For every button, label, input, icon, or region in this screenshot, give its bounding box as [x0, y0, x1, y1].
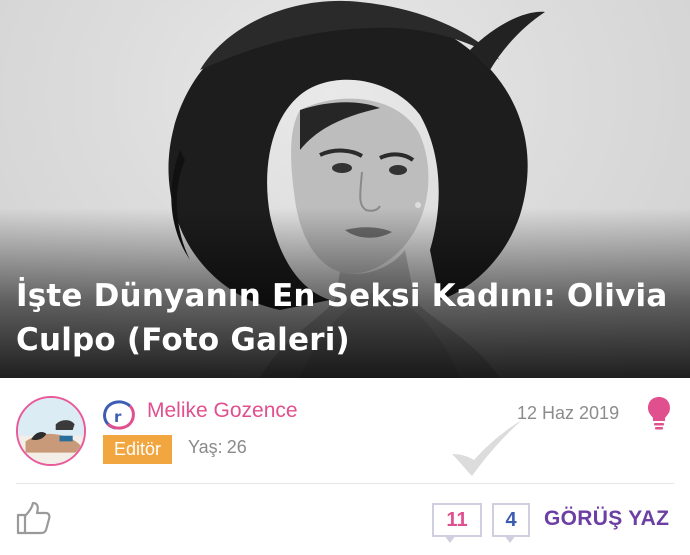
svg-text:r: r — [114, 408, 122, 426]
r-logo-icon: r — [103, 400, 135, 430]
age-value: 26 — [226, 437, 247, 457]
author-name[interactable]: Melike Gozence — [147, 399, 298, 423]
write-comment-button[interactable]: GÖRÜŞ YAZ — [544, 507, 669, 531]
avatar-icon — [18, 398, 84, 464]
views-count[interactable]: 11 — [432, 503, 482, 543]
thumbs-up-icon[interactable] — [15, 500, 51, 536]
publish-date: 12 Haz 2019 — [517, 403, 620, 423]
author-avatar[interactable] — [16, 396, 86, 466]
age-label: Yaş: — [188, 437, 223, 457]
lightbulb-icon[interactable] — [647, 396, 671, 430]
article-title[interactable]: İşte Dünyanın En Seksi Kadını: Olivia Cu… — [16, 274, 670, 362]
divider — [16, 483, 674, 484]
author-age: Yaş: 26 — [188, 437, 247, 458]
checkmark-icon — [452, 420, 522, 476]
article-hero[interactable]: İşte Dünyanın En Seksi Kadını: Olivia Cu… — [0, 0, 690, 378]
role-badge: Editör — [103, 435, 173, 464]
comments-count[interactable]: 4 — [492, 503, 530, 543]
